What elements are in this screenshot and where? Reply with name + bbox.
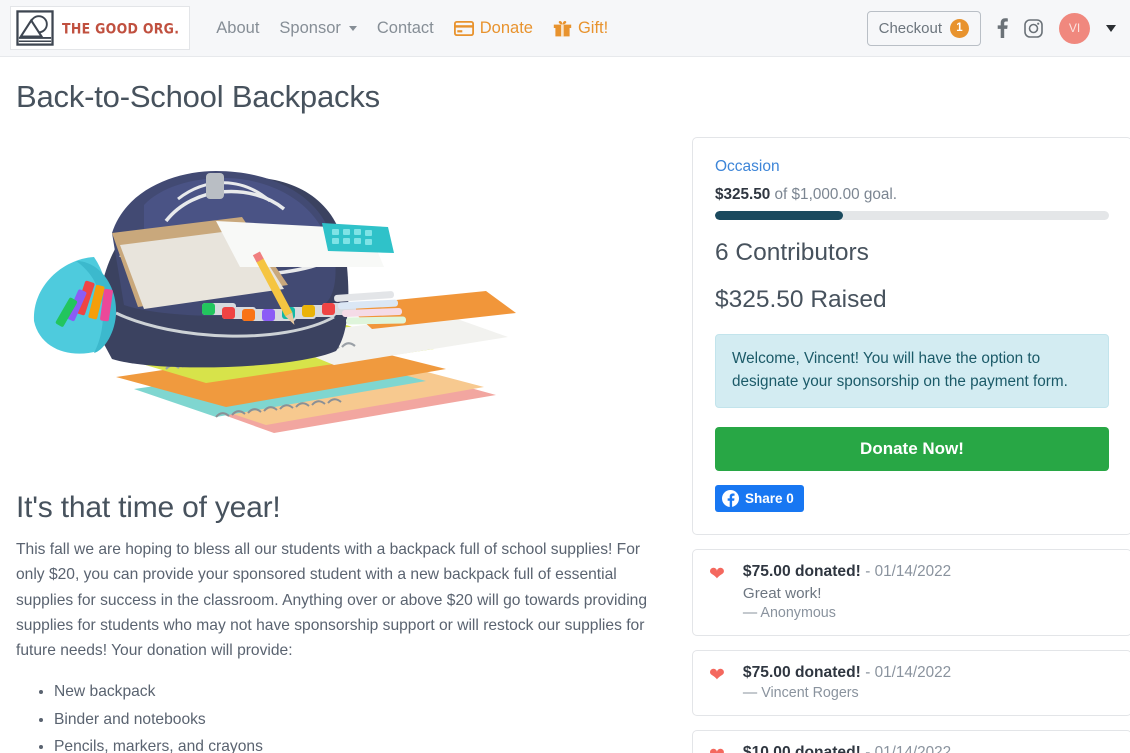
facebook-share-icon bbox=[722, 489, 739, 507]
checkout-label: Checkout bbox=[878, 19, 942, 37]
donation-item[interactable]: ❤ $75.00 donated! - 01/14/2022 Great wor… bbox=[692, 548, 1130, 636]
facebook-share-button[interactable]: Share 0 bbox=[715, 484, 804, 512]
progress-bar-track bbox=[715, 211, 1109, 220]
nav-link-gift-label: Gift! bbox=[577, 18, 609, 37]
contributors-stat: 6 Contributors bbox=[715, 239, 869, 266]
donation-body: $75.00 donated! - 01/14/2022 — Vincent R… bbox=[743, 664, 951, 701]
donation-body: $10.00 donated! - 01/14/2022 — Anonymous bbox=[743, 744, 951, 753]
page-title: Back-to-School Backpacks bbox=[16, 79, 380, 114]
list-item: Pencils, markers, and crayons bbox=[54, 734, 672, 753]
donation-message: Great work! bbox=[742, 584, 822, 602]
donation-header: $10.00 donated! - 01/14/2022 bbox=[743, 744, 951, 753]
progress-bar-fill bbox=[715, 211, 844, 220]
donation-amount: $75.00 donated! bbox=[742, 562, 861, 580]
nav-links: About Sponsor Contact Donate Gift! bbox=[216, 19, 608, 38]
top-navbar: THE GOOD ORG. About Sponsor Contact Dona… bbox=[0, 0, 1130, 57]
welcome-alert: Welcome, Vincent! You will have the opti… bbox=[715, 334, 1109, 408]
facebook-icon[interactable] bbox=[997, 18, 1008, 38]
donation-item[interactable]: ❤ $10.00 donated! - 01/14/2022 — Anonymo… bbox=[692, 729, 1130, 753]
nav-link-gift[interactable]: Gift! bbox=[553, 19, 608, 38]
heart-icon: ❤ bbox=[709, 563, 725, 585]
nav-link-contact-label: Contact bbox=[376, 18, 434, 37]
donation-body: $75.00 donated! - 01/14/2022 Great work!… bbox=[743, 563, 951, 621]
nav-link-sponsor-label: Sponsor bbox=[279, 18, 341, 37]
donation-donor: — Anonymous bbox=[742, 604, 836, 621]
raised-amount: $325.50 bbox=[715, 186, 771, 203]
nav-link-about[interactable]: About bbox=[216, 19, 259, 38]
mountain-logo-icon bbox=[16, 10, 54, 46]
donate-now-button[interactable]: Donate Now! bbox=[715, 426, 1109, 471]
occasion-link[interactable]: Occasion bbox=[715, 158, 780, 176]
donation-amount: $10.00 donated! bbox=[742, 743, 861, 753]
goal-progress-text: $325.50 of $1,000.00 goal. bbox=[715, 186, 1109, 204]
avatar[interactable]: VI bbox=[1059, 12, 1090, 44]
body-paragraph: This fall we are hoping to bless all our… bbox=[16, 541, 648, 659]
list-item: Binder and notebooks bbox=[54, 707, 672, 732]
donation-date: - 01/14/2022 bbox=[865, 743, 952, 753]
account-chevron-down-icon[interactable] bbox=[1106, 24, 1116, 32]
donation-header: $75.00 donated! - 01/14/2022 bbox=[743, 563, 951, 581]
nav-link-sponsor[interactable]: Sponsor bbox=[279, 18, 357, 38]
donation-date: - 01/14/2022 bbox=[865, 562, 952, 580]
heart-icon: ❤ bbox=[709, 664, 725, 686]
instagram-icon[interactable] bbox=[1024, 18, 1043, 38]
raised-stat: $325.50 Raised bbox=[715, 286, 887, 313]
campaign-summary-card: Occasion $325.50 of $1,000.00 goal. 6 Co… bbox=[692, 137, 1130, 535]
donation-header: $75.00 donated! - 01/14/2022 bbox=[743, 664, 951, 682]
main-content-column: It's that time of year! This fall we are… bbox=[16, 137, 672, 753]
donation-donor: — Vincent Rogers bbox=[742, 684, 859, 701]
donation-amount: $75.00 donated! bbox=[742, 663, 861, 681]
donation-item[interactable]: ❤ $75.00 donated! - 01/14/2022 — Vincent… bbox=[692, 649, 1130, 716]
sidebar-column: Occasion $325.50 of $1,000.00 goal. 6 Co… bbox=[692, 137, 1130, 753]
page-layout: It's that time of year! This fall we are… bbox=[0, 137, 1130, 753]
facebook-share-label: Share 0 bbox=[745, 490, 794, 506]
goal-text: of $1,000.00 goal. bbox=[774, 186, 898, 203]
provides-list: New backpack Binder and notebooks Pencil… bbox=[16, 679, 672, 753]
section-title: It's that time of year! bbox=[16, 491, 281, 524]
nav-link-contact[interactable]: Contact bbox=[377, 19, 434, 38]
checkout-count-badge: 1 bbox=[950, 18, 969, 38]
list-item: New backpack bbox=[54, 679, 672, 704]
gift-icon bbox=[553, 20, 572, 36]
backpack-supplies-photo bbox=[16, 137, 536, 477]
nav-link-donate-label: Donate bbox=[479, 18, 533, 37]
chevron-down-icon bbox=[348, 25, 357, 31]
nav-link-about-label: About bbox=[216, 18, 260, 37]
brand-name: THE GOOD ORG. bbox=[62, 19, 180, 37]
brand-logo[interactable]: THE GOOD ORG. bbox=[10, 6, 191, 50]
heart-icon: ❤ bbox=[709, 746, 725, 753]
nav-link-donate[interactable]: Donate bbox=[453, 18, 533, 38]
checkout-button[interactable]: Checkout 1 bbox=[866, 10, 981, 46]
credit-card-icon bbox=[453, 20, 474, 36]
donation-date: - 01/14/2022 bbox=[865, 663, 952, 681]
navbar-right-group: Checkout 1 VI bbox=[866, 10, 1116, 46]
